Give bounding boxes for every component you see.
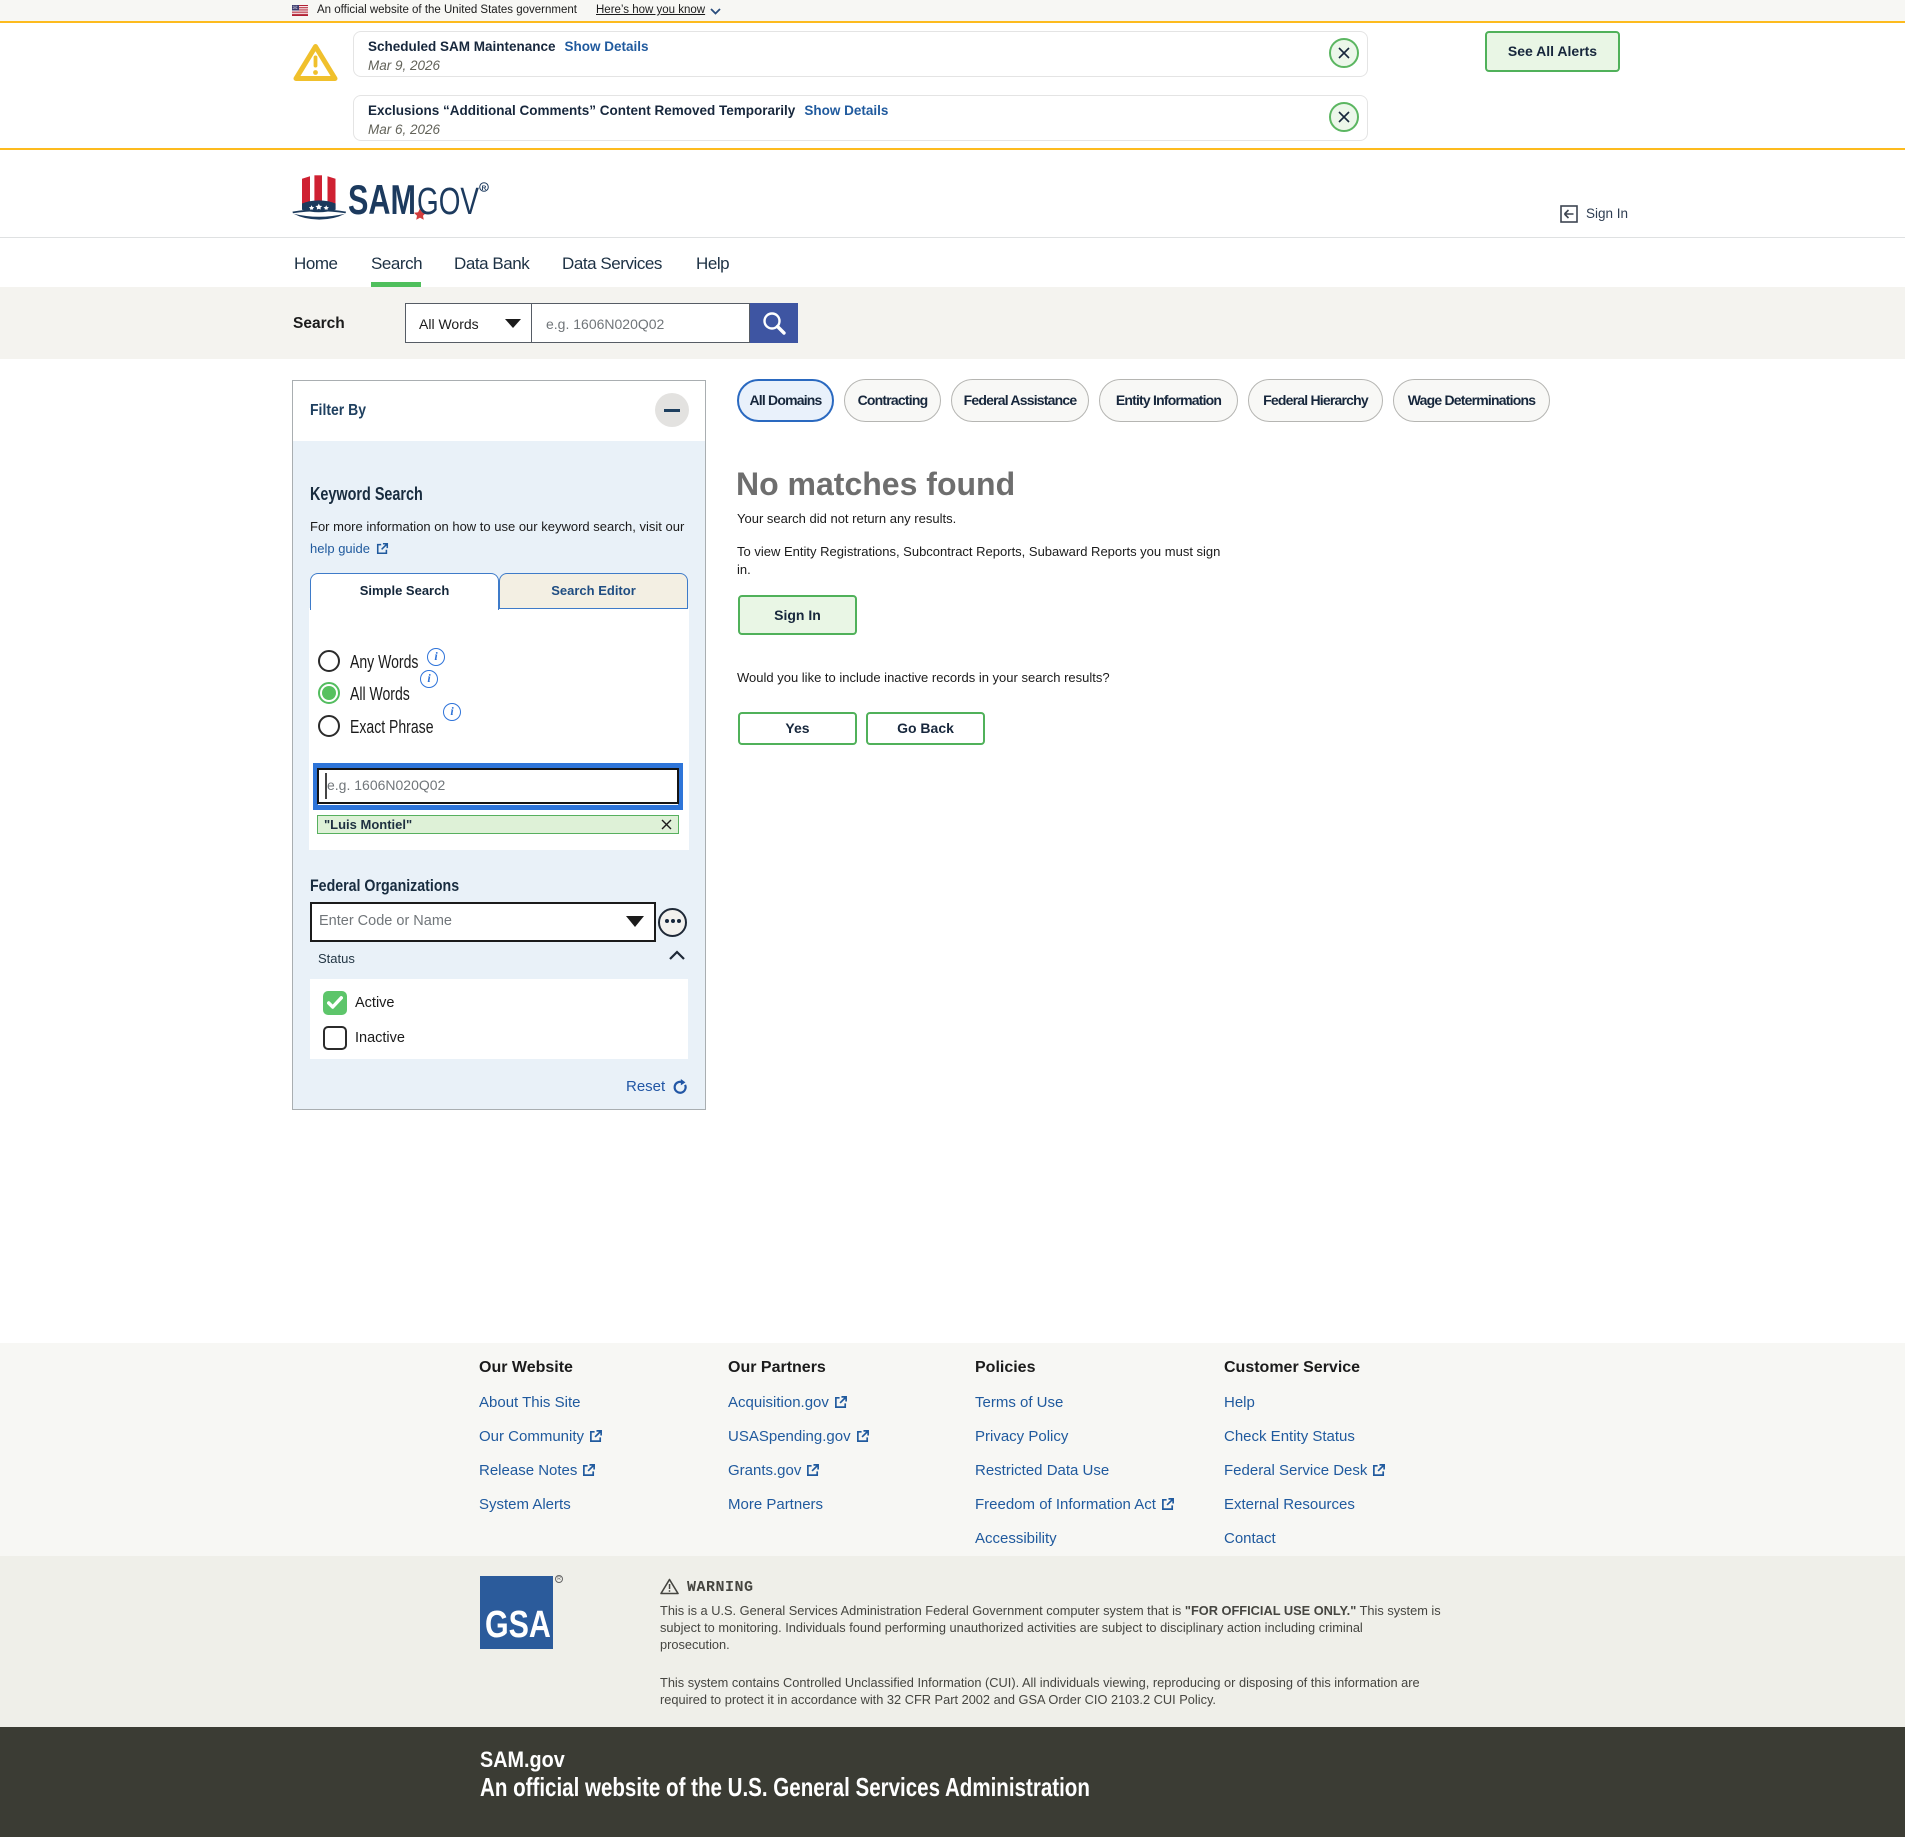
svg-text:R: R bbox=[482, 185, 487, 192]
svg-text:GOV: GOV bbox=[417, 181, 479, 223]
svg-text:SAM: SAM bbox=[348, 176, 416, 223]
